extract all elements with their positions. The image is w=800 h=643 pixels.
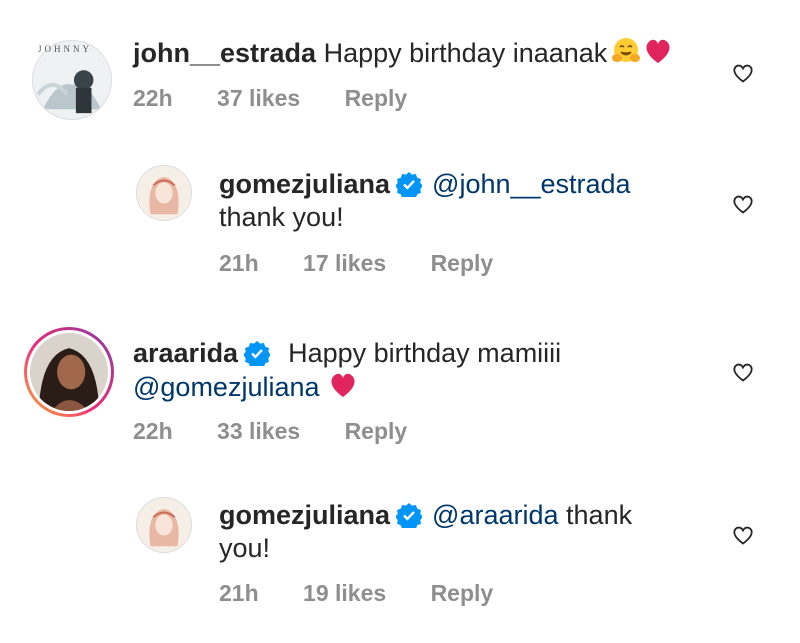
like-heart-icon[interactable] [731,360,755,384]
story-ring-avatar[interactable] [24,327,114,417]
avatar-image [30,333,108,411]
timestamp: 21h [219,580,259,606]
username[interactable]: araarida [133,338,238,368]
likes-count[interactable]: 33 likes [217,418,300,444]
red-heart-icon [328,370,358,400]
timestamp: 22h [133,418,173,444]
comment-body: gomezjuliana @araarida thank you! [219,499,699,565]
comment-text-inline: thank [566,500,633,530]
verified-badge-icon [396,171,423,197]
mention-link[interactable]: @araarida [432,500,558,530]
username[interactable]: gomezjuliana [219,500,390,530]
like-heart-icon[interactable] [731,523,755,547]
comment-text: Happy birthday mamiiii [288,338,562,368]
reply-button[interactable]: Reply [345,418,408,444]
red-heart-icon [643,36,673,66]
avatar [30,333,108,411]
comment-body: john__estrada Happy birthday inaanak [133,36,673,70]
mention-link[interactable]: @gomezjuliana [133,372,320,402]
like-heart-icon[interactable] [731,192,755,216]
comment-meta: 21h 19 likes Reply [219,580,531,607]
comment-text: Happy birthday inaanak [323,38,608,68]
avatar-text: JOHNNY [38,44,92,54]
hugging-face-icon [611,36,641,66]
mention-link[interactable]: @john__estrada [432,169,631,199]
timestamp: 22h [133,85,173,111]
reply-button[interactable]: Reply [431,250,494,276]
avatar-image [137,498,191,552]
comment-meta: 21h 17 likes Reply [219,250,531,277]
avatar[interactable] [136,165,192,221]
avatar-image [137,166,191,220]
username[interactable]: gomezjuliana [219,169,390,199]
likes-count[interactable]: 17 likes [303,250,386,276]
verified-badge-icon [244,340,271,366]
likes-count[interactable]: 37 likes [217,85,300,111]
reply-button[interactable]: Reply [345,85,408,111]
comment-text: you! [219,533,271,563]
verified-badge-icon [396,502,423,528]
comment-body: gomezjuliana @john__estrada thank you! [219,168,699,234]
username[interactable]: john__estrada [133,38,316,68]
comment-meta: 22h 37 likes Reply [133,85,445,112]
like-heart-icon[interactable] [731,61,755,85]
avatar[interactable] [136,497,192,553]
likes-count[interactable]: 19 likes [303,580,386,606]
comment-meta: 22h 33 likes Reply [133,418,445,445]
timestamp: 21h [219,250,259,276]
comment-body: araarida Happy birthday mamiiii @gomezju… [133,337,693,404]
comment-text: thank you! [219,202,344,232]
reply-button[interactable]: Reply [431,580,494,606]
